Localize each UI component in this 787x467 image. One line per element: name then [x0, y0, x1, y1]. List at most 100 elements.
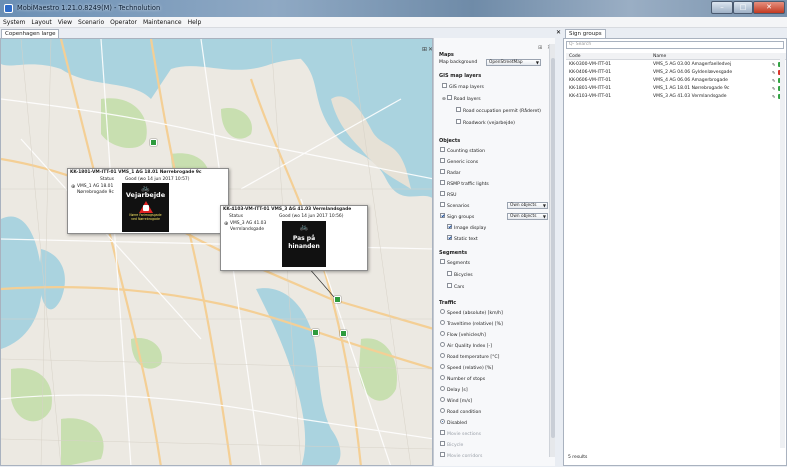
sign-groups-checkbox[interactable]: Sign groups — [440, 213, 474, 221]
traffic-traveltime-radio[interactable]: Traveltime (relative) [%] — [440, 320, 503, 328]
map-pin-toggle-icon[interactable]: ⊞ — [422, 46, 427, 53]
checkbox[interactable] — [440, 158, 445, 163]
counting-station-checkbox[interactable]: Counting station — [440, 147, 485, 155]
checkbox[interactable] — [440, 191, 445, 196]
traffic-disabled-radio[interactable]: Disabled — [440, 419, 467, 427]
edit-icon[interactable]: ✎ — [772, 85, 775, 92]
tab-map[interactable]: Copenhagen large — [1, 29, 60, 38]
sign-groups-filter-select[interactable]: Own objects ▼ — [507, 213, 548, 220]
sign-popup-4103[interactable]: KK-4103-VM-ITT-01 VMS_3 AG 41.03 Vermlan… — [220, 205, 368, 271]
checkbox[interactable] — [447, 283, 452, 288]
checkbox-checked[interactable] — [447, 235, 452, 240]
checkbox[interactable] — [456, 107, 461, 112]
radio[interactable] — [440, 309, 445, 314]
menu-layout[interactable]: Layout — [28, 17, 54, 28]
scenarios-checkbox[interactable]: Scenarios — [440, 202, 469, 210]
edit-icon[interactable]: ✎ — [772, 61, 775, 68]
radio-selected[interactable] — [440, 419, 445, 424]
sign-marker-icon[interactable] — [312, 329, 319, 336]
close-button[interactable]: ✕ — [753, 1, 785, 14]
gis-layers-checkbox[interactable]: GIS map layers — [442, 83, 484, 91]
traffic-speed-absolute-radio[interactable]: Speed (absolute) [km/h] — [440, 309, 503, 317]
rsu-checkbox[interactable]: RSU — [440, 191, 456, 199]
table-row[interactable]: KK-1801-VM-ITT-01 VMS_1 AG 18.01 Nørrebro… — [566, 85, 786, 92]
checkbox[interactable] — [446, 95, 452, 100]
collapse-icon[interactable]: ⊖ — [442, 97, 446, 102]
image-display-checkbox[interactable]: Image display — [447, 224, 486, 232]
movie-corridors-checkbox[interactable]: Movie corridors — [440, 452, 482, 460]
menu-system[interactable]: System — [0, 17, 28, 28]
checkbox-checked[interactable] — [440, 213, 445, 218]
radio[interactable] — [440, 353, 445, 358]
traffic-stops-radio[interactable]: Number of stops — [440, 375, 485, 383]
checkbox[interactable] — [440, 259, 445, 264]
rsmp-checkbox[interactable]: RSMP traffic lights — [440, 180, 489, 188]
checkbox[interactable] — [440, 169, 445, 174]
panel-scrollbar[interactable] — [549, 44, 555, 457]
sign-popup-1801[interactable]: KK-1801-VM-ITT-01 VMS_1 AG 18.01 Nørrebr… — [67, 168, 229, 234]
radio[interactable] — [440, 408, 445, 413]
traffic-speed-relative-radio[interactable]: Speed (relative) [%] — [440, 364, 493, 372]
tab-sign-groups[interactable]: Sign groups — [565, 29, 606, 38]
radio[interactable] — [440, 397, 445, 402]
table-row[interactable]: KK-0606-VM-ITT-01 VMS_4 AG 06.06 Amagerbr… — [566, 77, 786, 84]
checkbox[interactable] — [440, 452, 445, 457]
radio[interactable] — [440, 342, 445, 347]
bicycles-checkbox[interactable]: Bicycles — [447, 271, 473, 279]
edit-icon[interactable]: ✎ — [772, 93, 775, 100]
menu-help[interactable]: Help — [185, 17, 205, 28]
panel-pin-icon[interactable]: ⊞ — [538, 45, 542, 51]
traffic-wind-radio[interactable]: Wind [m/s] — [440, 397, 472, 405]
table-row[interactable]: KK-0406-VM-ITT-01 VMS_2 AG 04.06 Gyldenlæ… — [566, 69, 786, 76]
cars-checkbox[interactable]: Cars — [447, 283, 464, 291]
menu-view[interactable]: View — [55, 17, 75, 28]
map-view[interactable]: ⊞ ✕ KK-1801-VM-ITT-01 VMS_1 AG 18.01 Nør… — [0, 38, 433, 466]
minimize-button[interactable]: – — [711, 1, 733, 14]
sign-marker-icon[interactable] — [150, 139, 157, 146]
roadwork-checkbox[interactable]: Roadwork (vejarbejde) — [456, 119, 515, 127]
checkbox[interactable] — [440, 147, 445, 152]
traffic-delay-radio[interactable]: Delay [s] — [440, 386, 468, 394]
map-background-select[interactable]: OpenStreetMap ▼ — [486, 59, 541, 66]
col-code[interactable]: Code — [569, 53, 581, 60]
bicycle-checkbox[interactable]: Bicycle — [440, 441, 463, 449]
checkbox[interactable] — [440, 430, 445, 435]
checkbox[interactable] — [442, 83, 447, 88]
radio[interactable] — [440, 375, 445, 380]
traffic-road-temp-radio[interactable]: Road temperature [°C] — [440, 353, 499, 361]
scrollbar-thumb[interactable] — [551, 58, 555, 438]
traffic-air-quality-radio[interactable]: Air Quality Index [-] — [440, 342, 492, 350]
table-scrollbar[interactable] — [780, 53, 785, 448]
close-tab-icon[interactable]: ✕ — [556, 29, 561, 36]
checkbox[interactable] — [447, 271, 452, 276]
sign-marker-icon[interactable] — [340, 330, 347, 337]
col-name[interactable]: Name — [653, 53, 666, 60]
maximize-button[interactable]: □ — [733, 1, 753, 14]
static-text-checkbox[interactable]: Static text — [447, 235, 478, 243]
movie-sections-checkbox[interactable]: Movie sections — [440, 430, 481, 438]
checkbox[interactable] — [440, 180, 445, 185]
table-row[interactable]: KK-0300-VM-ITT-01 VMS_5 AG 03.00 Amagerfa… — [566, 61, 786, 68]
checkbox[interactable] — [456, 119, 461, 124]
radio[interactable] — [440, 320, 445, 325]
edit-icon[interactable]: ✎ — [772, 69, 775, 76]
radio[interactable] — [440, 364, 445, 369]
scenarios-filter-select[interactable]: Own objects ▼ — [507, 202, 548, 209]
checkbox[interactable] — [440, 202, 445, 207]
sign-groups-search[interactable]: Q- Search — [566, 41, 784, 49]
traffic-road-condition-radio[interactable]: Road condition — [440, 408, 481, 416]
menu-maintenance[interactable]: Maintenance — [140, 17, 185, 28]
checkbox-checked[interactable] — [447, 224, 452, 229]
radar-checkbox[interactable]: Radar — [440, 169, 461, 177]
radio[interactable] — [440, 386, 445, 391]
menu-operator[interactable]: Operator — [107, 17, 140, 28]
segments-checkbox[interactable]: Segments — [440, 259, 470, 267]
generic-icons-checkbox[interactable]: Generic icons — [440, 158, 478, 166]
radio[interactable] — [440, 331, 445, 336]
edit-icon[interactable]: ✎ — [772, 77, 775, 84]
checkbox[interactable] — [440, 441, 445, 446]
table-row[interactable]: KK-4103-VM-ITT-01 VMS_3 AG 41.03 Vermland… — [566, 93, 786, 100]
menu-scenario[interactable]: Scenario — [75, 17, 107, 28]
road-layers-checkbox[interactable]: ⊖ Road layers — [442, 95, 481, 103]
traffic-flow-radio[interactable]: Flow [vehicles/h] — [440, 331, 486, 339]
